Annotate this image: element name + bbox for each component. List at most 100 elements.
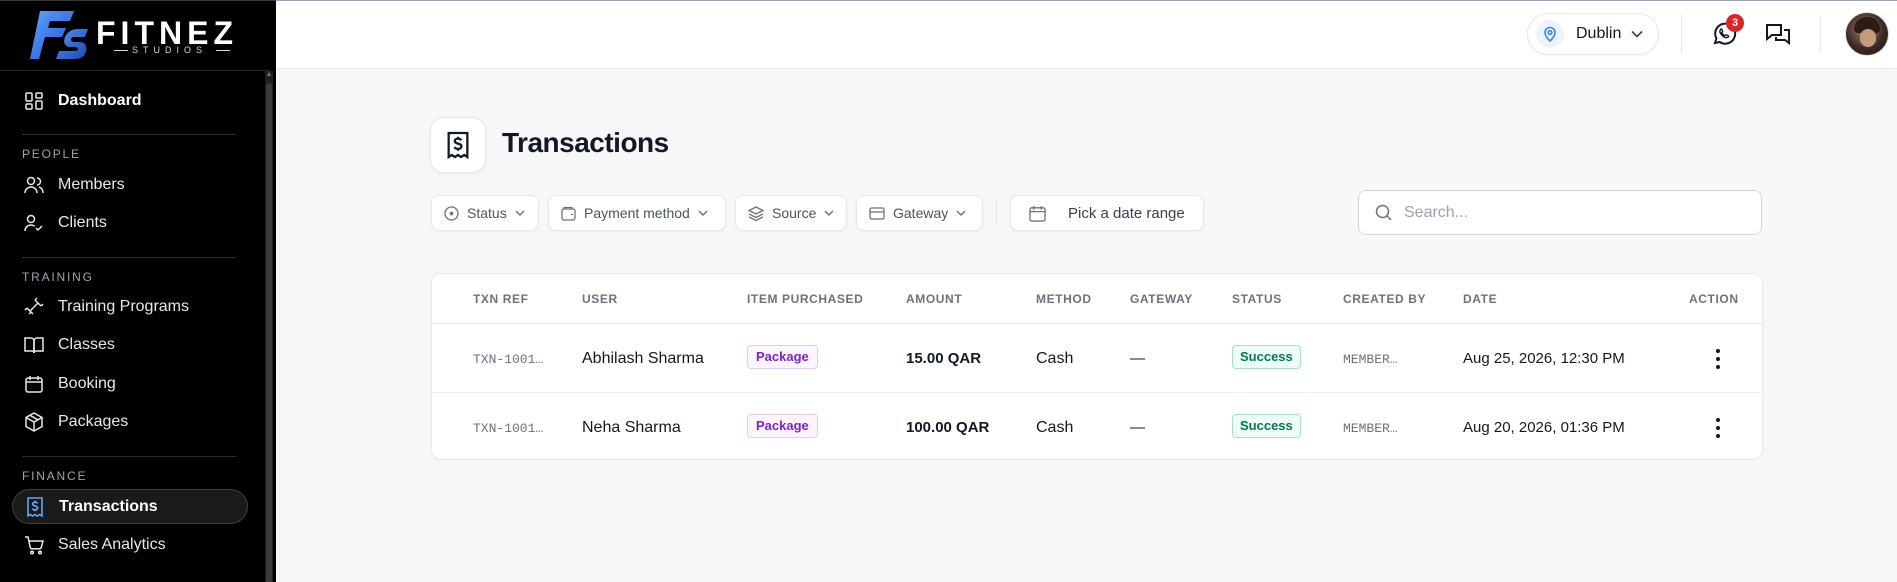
item-badge: Package — [747, 345, 818, 369]
tagline-rule — [114, 50, 128, 51]
page-title: Transactions — [502, 127, 669, 158]
txn-ref[interactable]: TXN-1001… — [473, 421, 543, 436]
circle-dot-icon — [444, 205, 459, 221]
sidebar-item-label: Sales Analytics — [58, 536, 166, 553]
table-header: TXN REF USER ITEM PURCHASED AMOUNT METHO… — [432, 274, 1762, 324]
calendar-icon — [1029, 205, 1046, 222]
notification-badge: 3 — [1726, 14, 1744, 32]
wallet-icon — [561, 206, 576, 221]
gateway: — — [1130, 419, 1145, 436]
status-badge: Success — [1232, 414, 1301, 438]
method: Cash — [1036, 419, 1074, 436]
txn-ref[interactable]: TXN-1001… — [473, 352, 543, 367]
payment-method-filter[interactable]: Payment method — [548, 195, 726, 231]
layers-icon — [748, 205, 764, 221]
sidebar-item-clients[interactable]: Clients — [12, 207, 248, 239]
sidebar-item-label: Clients — [58, 214, 107, 231]
gateway: — — [1130, 350, 1145, 367]
status-filter[interactable]: Status — [431, 195, 539, 231]
user-check-icon — [24, 213, 44, 233]
table-row[interactable]: TXN-1001… Neha Sharma Package 100.00 QAR… — [432, 394, 1762, 459]
column-header[interactable]: DATE — [1463, 292, 1497, 306]
map-pin-icon — [1536, 20, 1564, 48]
search-input[interactable] — [1404, 203, 1744, 222]
date: Aug 20, 2026, 01:36 PM — [1463, 419, 1625, 436]
created-by: MEMBER… — [1343, 352, 1398, 367]
source-filter[interactable]: Source — [735, 195, 847, 231]
topbar-divider — [1820, 15, 1821, 53]
credit-card-icon — [869, 206, 885, 220]
sidebar-item-booking[interactable]: Booking — [12, 368, 248, 400]
book-open-icon — [24, 335, 44, 355]
filter-label: Status — [467, 205, 507, 221]
scrollbar-thumb[interactable] — [266, 83, 272, 582]
sidebar-divider — [0, 70, 270, 71]
status-badge: Success — [1232, 345, 1301, 369]
user-name[interactable]: Abhilash Sharma — [582, 350, 704, 368]
sidebar-item-sales-analytics[interactable]: Sales Analytics — [12, 529, 248, 561]
more-vertical-icon[interactable] — [1715, 349, 1721, 369]
chevron-down-icon — [698, 210, 708, 216]
sidebar-item-dashboard[interactable]: Dashboard — [12, 85, 248, 117]
gateway-filter[interactable]: Gateway — [856, 195, 983, 231]
sidebar: FITNEZ STUDIOS ▲ Dashboard PEOPLE Member… — [0, 0, 276, 582]
table-row[interactable]: TXN-1001… Abhilash Sharma Package 15.00 … — [432, 325, 1762, 393]
dumbbell-icon — [24, 297, 44, 317]
sidebar-item-packages[interactable]: Packages — [12, 406, 248, 438]
section-divider — [22, 456, 236, 457]
user-name[interactable]: Neha Sharma — [582, 419, 681, 437]
sidebar-item-label: Training Programs — [58, 298, 190, 315]
sidebar-item-label: Members — [58, 176, 125, 193]
transactions-table: TXN REF USER ITEM PURCHASED AMOUNT METHO… — [431, 273, 1763, 460]
column-header[interactable]: STATUS — [1232, 292, 1282, 306]
section-divider — [22, 257, 236, 258]
column-header[interactable]: CREATED BY — [1343, 292, 1426, 306]
users-icon — [24, 175, 44, 195]
avatar-face — [1860, 29, 1876, 47]
location-selector[interactable]: Dublin — [1527, 13, 1659, 55]
date-range-label: Pick a date range — [1068, 204, 1185, 222]
shopping-cart-icon — [24, 535, 44, 555]
column-header[interactable]: ITEM PURCHASED — [747, 292, 863, 306]
sidebar-item-training-programs[interactable]: Training Programs — [12, 291, 248, 323]
method: Cash — [1036, 350, 1074, 367]
package-box-icon — [24, 412, 44, 432]
column-header[interactable]: USER — [582, 292, 618, 306]
user-avatar[interactable] — [1845, 12, 1889, 56]
section-label-training: TRAINING — [22, 270, 94, 284]
date: Aug 25, 2026, 12:30 PM — [1463, 350, 1625, 367]
column-header: ACTION — [1689, 292, 1739, 306]
messages-icon[interactable] — [1765, 21, 1791, 47]
amount: 100.00 QAR — [906, 419, 990, 436]
column-header[interactable]: GATEWAY — [1130, 292, 1193, 306]
chevron-down-icon — [824, 210, 834, 216]
location-label: Dublin — [1576, 25, 1622, 42]
date-range-picker[interactable]: Pick a date range — [1010, 195, 1204, 231]
dashboard-grid-icon — [24, 91, 44, 111]
section-label-people: PEOPLE — [22, 147, 81, 161]
receipt-dollar-icon — [25, 496, 45, 517]
filter-divider — [996, 200, 997, 226]
column-header[interactable]: METHOD — [1036, 292, 1092, 306]
filter-label: Payment method — [584, 205, 690, 221]
section-label-finance: FINANCE — [22, 469, 88, 483]
search-box[interactable] — [1358, 190, 1762, 235]
item-badge: Package — [747, 414, 818, 438]
brand-logo[interactable]: FITNEZ STUDIOS — [30, 9, 240, 61]
column-header[interactable]: AMOUNT — [906, 292, 962, 306]
more-vertical-icon[interactable] — [1715, 418, 1721, 438]
sidebar-item-members[interactable]: Members — [12, 169, 248, 201]
calendar-icon — [24, 374, 44, 394]
fitnez-logo-mark-icon — [30, 11, 88, 59]
column-header[interactable]: TXN REF — [473, 292, 529, 306]
scroll-up-icon[interactable]: ▲ — [265, 71, 273, 81]
sidebar-item-transactions[interactable]: Transactions — [12, 489, 248, 524]
sidebar-scrollbar[interactable]: ▲ — [265, 71, 273, 582]
filter-label: Gateway — [893, 205, 949, 221]
topbar-divider — [1681, 15, 1682, 53]
search-icon — [1375, 204, 1392, 221]
chevron-down-icon — [956, 210, 966, 216]
section-divider — [22, 134, 236, 135]
sidebar-item-classes[interactable]: Classes — [12, 329, 248, 361]
sidebar-item-label: Dashboard — [58, 92, 142, 109]
